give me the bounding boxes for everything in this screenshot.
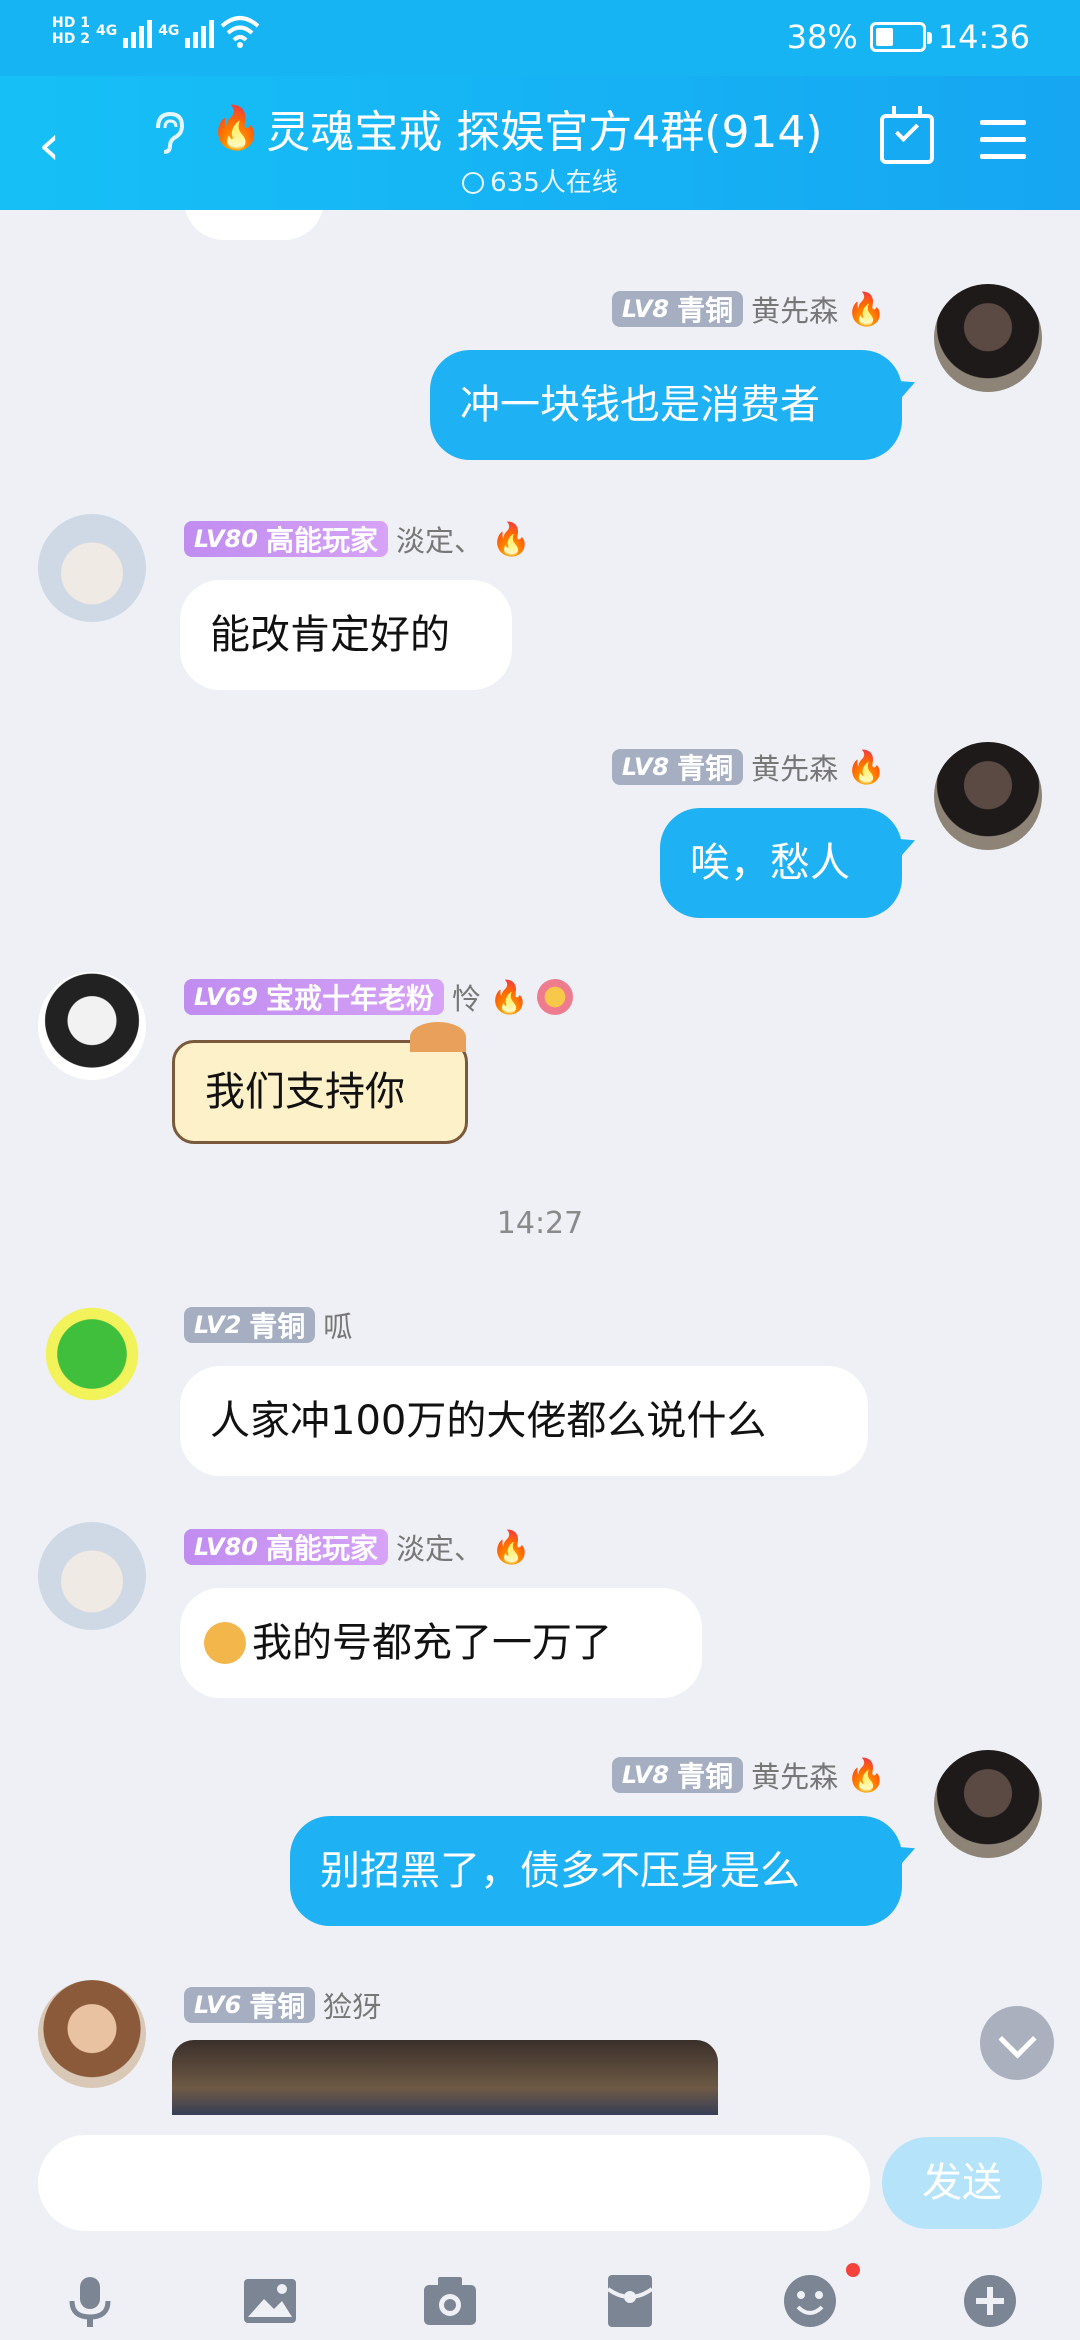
status-bar: HD 1 HD 2 4G 4G 38% 14:36 [0,0,1080,76]
group-title[interactable]: 🔥 灵魂宝戒 探娱官方4群(914) [210,96,830,160]
sender-meta: LV8 青铜 黄先森 🔥 [611,288,886,330]
sender-meta: LV6 青铜 猃犽 [184,1984,381,2026]
wifi-icon [221,16,260,48]
sender-meta: LV8 青铜 黄先森 🔥 [611,1754,886,1796]
online-count-text: 635人在线 [490,168,618,198]
message-list[interactable]: LV8 青铜 黄先森 🔥 冲一块钱也是消费者 LV80 高能玩家 淡定、 🔥 能改肯… [0,210,1080,2115]
mic-icon[interactable] [60,2271,120,2331]
message-bubble[interactable]: 唉，愁人 [660,808,902,918]
sender-meta: LV80 高能玩家 淡定、 🔥 [184,518,531,560]
avatar[interactable] [38,972,146,1080]
level-badge: LV2 青铜 [184,1307,316,1343]
avatar[interactable] [38,1522,146,1630]
avatar[interactable] [934,742,1042,850]
message-bubble[interactable]: 人家冲100万的大佬都么说什么 [180,1366,868,1476]
flame-icon: 🔥 [489,978,529,1016]
sender-name: 呱 [323,1310,353,1344]
level-badge: LV69 宝戒十年老粉 [184,979,444,1015]
level-badge: LV8 青铜 [611,1757,744,1793]
timestamp: 14:27 [496,1206,584,1241]
image-message[interactable] [172,2040,718,2115]
level-badge: LV80 高能玩家 [184,1529,388,1565]
flame-icon: 🔥 [846,290,886,328]
hd1-label: HD 1 [52,15,90,31]
message-bubble[interactable]: 冲一块钱也是消费者 [430,350,902,460]
signal-icon [185,14,215,48]
send-button[interactable]: 发送 [882,2137,1042,2229]
scroll-down-button[interactable] [980,2006,1054,2080]
message-bubble[interactable]: 能改肯定好的 [180,580,512,690]
level-badge: LV80 高能玩家 [184,521,388,557]
network-indicators: HD 1 HD 2 4G 4G [52,14,260,48]
level-badge: LV8 青铜 [611,291,744,327]
sender-meta: LV69 宝戒十年老粉 怜 🔥 [184,976,573,1018]
menu-icon[interactable] [980,120,1026,160]
avatar[interactable] [934,284,1042,392]
level-badge: LV8 青铜 [611,749,744,785]
calendar-check-icon[interactable] [880,106,934,164]
signal-icon [123,14,153,48]
message-bubble[interactable]: 我们支持你 [172,1040,468,1144]
emoji-icon[interactable] [780,2271,840,2331]
red-packet-icon[interactable] [600,2271,660,2331]
network1-label: 4G [95,23,118,39]
flame-icon: 🔥 [210,103,263,152]
battery-icon [869,22,932,52]
flower-icon [536,979,573,1015]
level-badge: LV6 青铜 [184,1987,316,2023]
avatar[interactable] [934,1750,1042,1858]
hd2-label: HD 2 [52,31,90,47]
cat-ears-icon [410,1022,466,1052]
sender-name: 淡定、 [395,524,483,558]
sender-name: 黄先森 [751,1760,839,1794]
plus-icon[interactable] [960,2271,1020,2331]
ear-icon[interactable] [150,110,186,154]
flame-icon: 🔥 [846,1756,886,1794]
message-input[interactable] [38,2135,870,2231]
sender-name: 淡定、 [395,1532,483,1566]
online-icon [462,172,485,194]
group-title-text: 灵魂宝戒 探娱官方4群(914) [266,107,823,158]
sender-name: 猃犽 [323,1990,382,2024]
sender-meta: LV80 高能玩家 淡定、 🔥 [184,1526,531,1568]
message-bubble[interactable]: 别招黑了，债多不压身是么 [290,1816,902,1926]
sender-name: 黄先森 [751,294,839,328]
image-icon[interactable] [240,2271,300,2331]
chat-header: ‹ 🔥 灵魂宝戒 探娱官方4群(914) 635人在线 [0,76,1080,210]
flame-icon: 🔥 [491,520,531,558]
battery-percent: 38% [786,18,858,56]
notification-dot [846,2263,860,2277]
composer: 发送 [0,2115,1080,2340]
clock: 14:36 [937,18,1030,56]
sender-meta: LV8 青铜 黄先森 🔥 [611,746,886,788]
flame-icon: 🔥 [846,748,886,786]
camera-icon[interactable] [420,2271,480,2331]
sender-meta: LV2 青铜 呱 [184,1304,352,1346]
dog-emoji-icon [204,1622,246,1664]
message-bubble[interactable]: 我的号都充了一万了 [180,1588,702,1698]
online-count: 635人在线 [0,162,1080,199]
message-bubble-partial[interactable] [184,210,324,240]
avatar[interactable] [38,514,146,622]
sender-name: 怜 [451,982,481,1016]
flame-icon: 🔥 [491,1528,531,1566]
sender-name: 黄先森 [751,752,839,786]
avatar[interactable] [38,1300,146,1408]
network2-label: 4G [158,23,180,39]
avatar[interactable] [38,1980,146,2088]
